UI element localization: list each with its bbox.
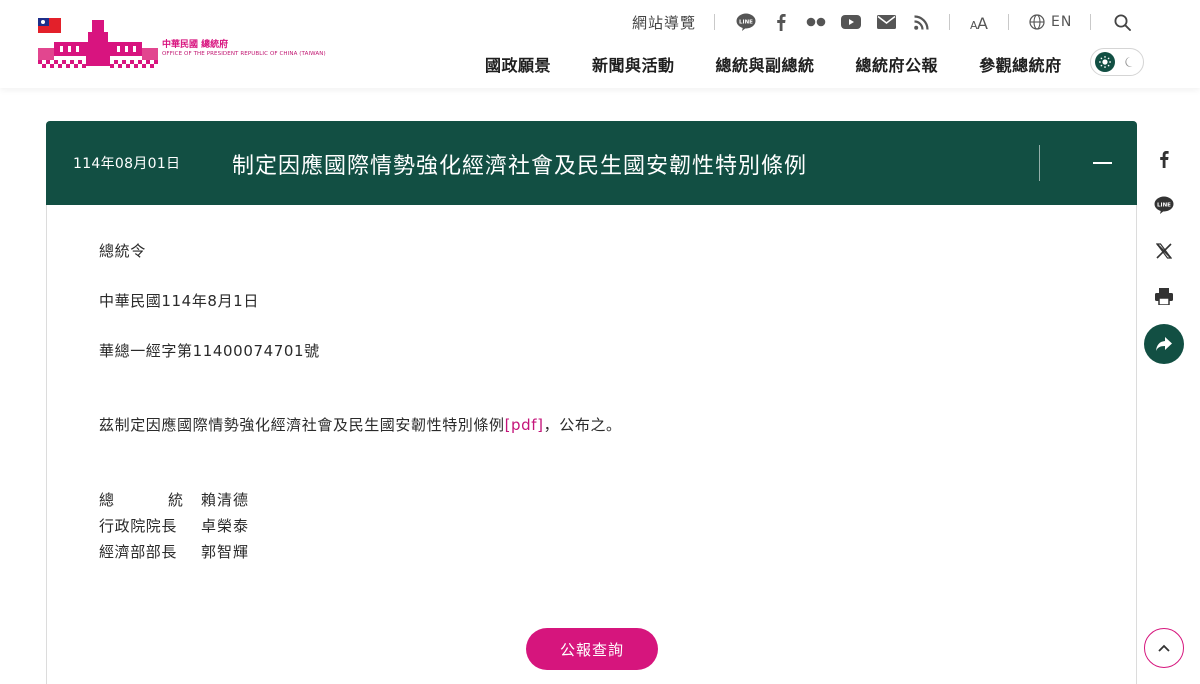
signature-president: 總統 賴清德 [99,489,249,510]
moon-icon [1121,53,1139,71]
svg-text:LINE: LINE [739,20,753,26]
globe-icon [1029,14,1045,30]
language-switch[interactable]: EN [1029,14,1072,30]
statement-text: 茲制定因應國際情勢強化經濟社會及民生國安韌性特別條例 [99,416,505,434]
site-logo[interactable]: 中華民國 總統府 OFFICE OF THE PRESIDENT REPUBLI… [38,14,326,70]
youtube-icon[interactable] [840,11,862,33]
mail-icon[interactable] [875,11,897,33]
divider [1008,14,1010,30]
facebook-icon[interactable] [1150,145,1178,173]
nav-visit-office[interactable]: 參觀總統府 [979,52,1062,76]
order-type: 總統令 [99,242,146,260]
main-navigation: 國政願景 新聞與活動 總統與副總統 總統府公報 參觀總統府 [485,52,1062,76]
logo-name-zh: 中華民國 總統府 [162,40,229,50]
announcement-title: 制定因應國際情勢強化經濟社會及民生國安韌性特別條例 [232,154,808,179]
chevron-up-icon [1158,644,1170,652]
nav-vision[interactable]: 國政願景 [485,52,551,76]
share-icon[interactable] [1144,324,1184,364]
gazette-search-button[interactable]: 公報查詢 [526,628,658,670]
font-size-icon[interactable]: AA [970,11,990,33]
line-icon[interactable]: LINE [735,11,757,33]
line-icon[interactable]: LINE [1150,191,1178,219]
announcement-panel: 114年08月01日 制定因應國際情勢強化經濟社會及民生國安韌性特別條例 總統令… [46,121,1137,684]
signature-minister: 經濟部部長 郭智輝 [99,541,249,562]
site-header: 中華民國 總統府 OFFICE OF THE PRESIDENT REPUBLI… [0,0,1200,88]
flickr-icon[interactable] [805,11,827,33]
statement-suffix: ，公布之。 [543,416,622,434]
order-statement: 茲制定因應國際情勢強化經濟社會及民生國安韌性特別條例[pdf]，公布之。 [99,414,622,435]
pdf-link[interactable]: [pdf] [505,416,544,434]
announcement-header[interactable]: 114年08月01日 制定因應國際情勢強化經濟社會及民生國安韌性特別條例 [46,121,1137,205]
signature-name: 卓榮泰 [201,517,250,535]
theme-toggle[interactable] [1090,48,1144,76]
x-icon[interactable] [1150,237,1178,265]
logo-name-en: OFFICE OF THE PRESIDENT REPUBLIC OF CHIN… [162,51,326,57]
divider [714,14,716,30]
print-icon[interactable] [1150,282,1178,310]
order-date: 中華民國114年8月1日 [99,292,259,310]
signature-role: 行政院院長 [99,517,178,535]
collapse-icon[interactable] [1090,151,1114,175]
sitemap-link[interactable]: 網站導覽 [632,12,696,33]
nav-president-vice-president[interactable]: 總統與副總統 [716,52,815,76]
svg-text:LINE: LINE [1157,203,1171,209]
nav-news-events[interactable]: 新聞與活動 [592,52,675,76]
sun-icon [1095,52,1115,72]
signature-role: 總統 [99,491,183,509]
utility-bar: 網站導覽 LINE AA EN [632,10,1133,34]
divider [949,14,951,30]
announcement-date: 114年08月01日 [73,156,181,172]
presidential-building-logo [38,20,158,68]
divider [1090,14,1092,30]
signature-name: 郭智輝 [201,543,250,561]
back-to-top-button[interactable] [1144,628,1184,668]
svg-text:A: A [977,14,988,30]
signature-name: 賴清德 [201,491,250,509]
signature-premier: 行政院院長 卓榮泰 [99,515,249,536]
rss-icon[interactable] [910,11,932,33]
nav-presidential-gazette[interactable]: 總統府公報 [856,52,939,76]
facebook-icon[interactable] [770,11,792,33]
signature-role: 經濟部部長 [99,543,178,561]
order-number: 華總一經字第11400074701號 [99,342,320,360]
divider [1039,145,1040,181]
search-icon[interactable] [1111,11,1133,33]
language-label: EN [1051,14,1073,30]
